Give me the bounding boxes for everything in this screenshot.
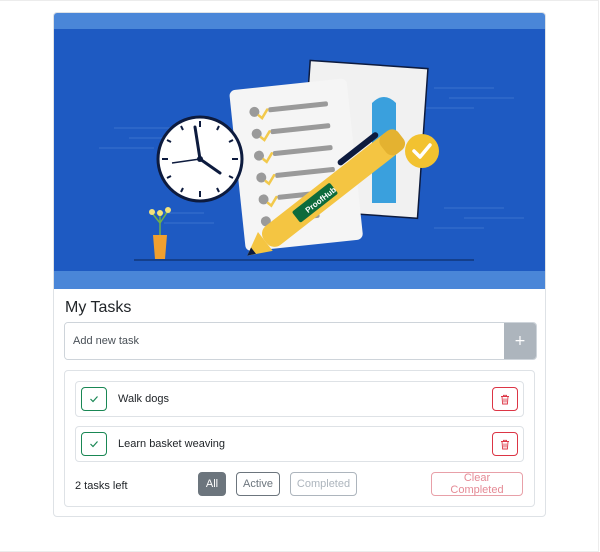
- filter-all-button[interactable]: All: [198, 472, 226, 496]
- tasks-left-count: 2 tasks left: [75, 480, 128, 492]
- filter-completed-button[interactable]: Completed: [290, 472, 357, 496]
- task-list: Walk dogs Learn basket weaving 2 tasks l…: [64, 370, 535, 507]
- checkmark-badge-icon: [405, 134, 439, 168]
- check-icon: [90, 396, 98, 403]
- add-task-button[interactable]: +: [504, 323, 536, 359]
- clear-completed-button[interactable]: Clear Completed: [431, 472, 523, 496]
- trash-icon: [501, 394, 509, 404]
- check-icon: [90, 441, 98, 448]
- task-row: Walk dogs: [75, 381, 524, 417]
- delete-task-button[interactable]: [492, 387, 518, 411]
- complete-task-button[interactable]: [81, 387, 107, 411]
- new-task-group: +: [64, 322, 537, 360]
- trash-icon: [501, 439, 509, 449]
- new-task-input[interactable]: [65, 323, 503, 359]
- task-row: Learn basket weaving: [75, 426, 524, 462]
- todo-card: ProofHub My Tasks + Walk dogs: [53, 12, 546, 517]
- hero-illustration: ProofHub: [54, 13, 545, 289]
- page-title: My Tasks: [65, 299, 132, 316]
- clock-icon: [156, 115, 244, 203]
- complete-task-button[interactable]: [81, 432, 107, 456]
- delete-task-button[interactable]: [492, 432, 518, 456]
- task-label: Walk dogs: [118, 393, 169, 405]
- filter-active-button[interactable]: Active: [236, 472, 280, 496]
- task-label: Learn basket weaving: [118, 438, 226, 450]
